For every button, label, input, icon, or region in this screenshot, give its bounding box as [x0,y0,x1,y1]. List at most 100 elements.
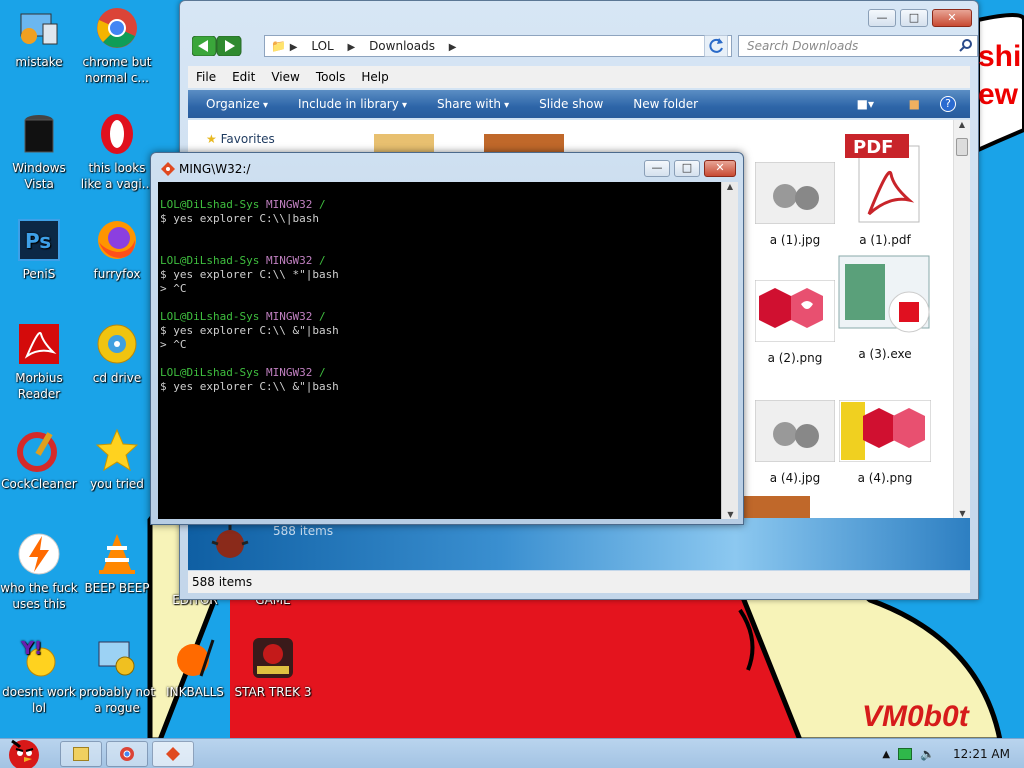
folder-icon: 📁 [271,39,286,53]
mingw-terminal-window[interactable]: MING\W32:/ — □ ✕ LOL@DiLshad-Sys MINGW32… [150,152,744,525]
navigation-bar: 📁 ▶ LOL ▶ Downloads ▶ ▼ Search Downloads [188,33,978,59]
explorer-caption-buttons: — □ ✕ [868,9,972,27]
desktop-icon-beep-beep[interactable]: BEEP BEEP [78,532,156,596]
cd-icon [95,322,139,366]
organize-button[interactable]: Organize [206,97,268,111]
desktop-icon-star-trek[interactable]: STAR TREK 3 [234,636,312,700]
desktop-icon-morbius-reader[interactable]: Morbius Reader [0,322,78,402]
terminal-output-line: $ yes explorer C:\\|bash [160,212,319,225]
scroll-down-icon[interactable]: ▼ [722,510,739,519]
star-icon: ★ [206,132,217,146]
star-icon [95,428,139,472]
menu-tools[interactable]: Tools [316,70,346,84]
desktop-icon-label: you tried [90,477,144,491]
menu-view[interactable]: View [271,70,299,84]
desktop-icon-windows-vista[interactable]: Windows Vista [0,112,78,192]
minimize-button[interactable]: — [868,9,896,27]
breadcrumb-item[interactable]: Downloads [369,39,435,53]
terminal-minimize-button[interactable]: — [644,160,670,177]
terminal-title: MING\W32:/ [179,162,251,176]
search-placeholder: Search Downloads [747,39,859,53]
terminal-prompt-line: LOL@DiLshad-Sys MINGW32 / [160,254,719,268]
favorites-label: Favorites [220,132,275,146]
vertical-scrollbar[interactable]: ▲ ▼ [953,120,970,518]
scroll-up-icon[interactable]: ▲ [954,120,970,129]
prompt-host: MINGW32 [265,254,319,267]
scroll-up-icon[interactable]: ▲ [722,182,738,191]
taskbar-terminal-button[interactable] [152,741,194,767]
desktop-icon-label: PeniS [22,267,56,281]
start-button-angry-bird-icon[interactable] [2,735,46,768]
terminal-console[interactable]: LOL@DiLshad-Sys MINGW32 /$ yes explorer … [158,182,721,519]
network-icon[interactable] [898,748,913,760]
desktop-icon-who-uses-this[interactable]: who the fuck uses this [0,532,78,612]
refresh-icon[interactable] [704,35,728,57]
desktop-icon-not-a-rogue[interactable]: probably not a rogue [78,636,156,716]
desktop-icon-label: furryfox [93,267,141,281]
pdf-file-icon: PDF [845,134,920,223]
desktop-icon-doesnt-work[interactable]: Y! doesnt work lol [0,636,78,716]
volume-icon[interactable]: 🔈 [920,747,935,761]
scroll-down-icon[interactable]: ▼ [954,509,971,518]
desktop-icon-label: Morbius Reader [15,371,63,401]
clock[interactable]: 12:21 AM [953,747,1010,761]
desktop-icon-penis[interactable]: Ps PeniS [0,218,78,282]
desktop-icon-opera[interactable]: this looks like a vagi... [78,112,156,192]
folder-thumbnail[interactable] [374,134,434,154]
git-icon [166,747,180,761]
prompt-host: MINGW32 [265,366,319,379]
terminal-close-button[interactable]: ✕ [704,160,736,177]
opera-icon [95,112,139,156]
menu-help[interactable]: Help [361,70,388,84]
desktop-icon-you-tried[interactable]: you tried [78,428,156,492]
chrome-icon [120,747,134,761]
bin-icon [17,112,61,156]
close-button[interactable]: ✕ [932,9,972,27]
prompt-path: / [318,254,326,267]
new-folder-button[interactable]: New folder [633,97,698,111]
terminal-prompt-line: LOL@DiLshad-Sys MINGW32 / [160,310,719,324]
preview-pane-icon[interactable]: ■ [909,97,920,111]
vlc-icon [95,532,139,576]
maximize-button[interactable]: □ [900,9,928,27]
desktop-icon-chrome[interactable]: chrome but normal c... [78,6,156,86]
slide-show-button[interactable]: Slide show [539,97,603,111]
terminal-output-line: $ yes explorer C:\\ *"|bash [160,268,339,281]
favorites-nav-item[interactable]: ★ Favorites [206,132,275,146]
taskbar-explorer-button[interactable] [60,741,102,767]
desktop-icon-label: BEEP BEEP [84,581,150,595]
menu-file[interactable]: File [196,70,216,84]
desktop-icon-cd-drive[interactable]: cd drive [78,322,156,386]
menu-edit[interactable]: Edit [232,70,255,84]
file-item[interactable]: a (3).exe [830,254,940,361]
view-options-icon[interactable]: ■▾ [857,97,874,111]
file-item[interactable]: a (4).png [830,399,940,485]
breadcrumb-item[interactable]: LOL [311,39,333,53]
terminal-scrollbar[interactable]: ▲ ▼ [721,182,738,519]
include-in-library-button[interactable]: Include in library [298,97,407,111]
help-icon[interactable]: ? [940,96,956,112]
prompt-host: MINGW32 [265,198,319,211]
taskbar-chrome-button[interactable] [106,741,148,767]
search-input[interactable]: Search Downloads [738,35,978,57]
folder-thumbnail[interactable] [740,488,810,518]
terminal-maximize-button[interactable]: □ [674,160,700,177]
command-bar: Organize Include in library Share with S… [188,90,970,118]
share-with-button[interactable]: Share with [437,97,509,111]
desktop-icon-furryfox[interactable]: furryfox [78,218,156,282]
desktop-icon-mistake[interactable]: mistake [0,6,78,70]
chrome-icon [95,6,139,50]
star-trek-icon [251,636,295,680]
file-item[interactable]: PDF a (1).pdf [830,134,940,247]
scroll-thumb[interactable] [956,138,968,156]
desktop-icon-cockcleaner[interactable]: CockCleaner [0,428,78,492]
menu-bar: File Edit View Tools Help [188,66,970,88]
address-bar[interactable]: 📁 ▶ LOL ▶ Downloads ▶ ▼ [264,35,732,57]
chevron-right-icon[interactable]: ▶ [449,42,457,53]
folder-thumbnail[interactable] [484,134,564,154]
back-forward-buttons[interactable] [192,36,242,56]
show-hidden-icons-icon[interactable]: ▲ [882,749,890,760]
desktop-icon-inkballs[interactable]: INKBALLS [156,636,234,700]
